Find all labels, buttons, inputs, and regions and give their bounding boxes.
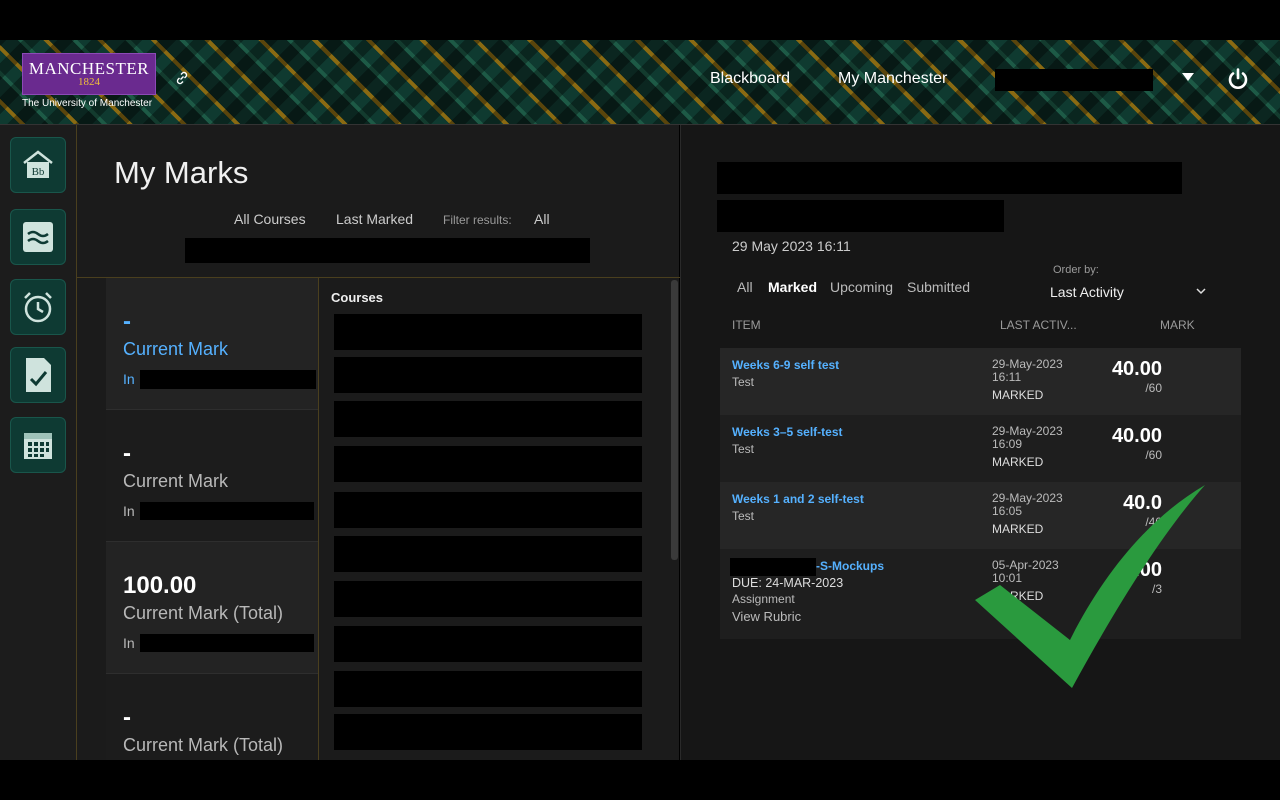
redacted-course-code xyxy=(717,200,1004,232)
item-date: 29-May-2023 16:11 xyxy=(992,357,1063,384)
mark-label: Current Mark xyxy=(123,471,229,491)
marks-panel: My Marks All Courses Last Marked Filter … xyxy=(76,125,680,760)
filter-results-select[interactable]: All xyxy=(534,211,550,227)
nav-my-manchester[interactable]: My Manchester xyxy=(838,70,947,88)
item-date: 29-May-2023 16:09 xyxy=(992,424,1063,451)
mark-label: Current Mark xyxy=(123,339,229,359)
filter-results-label: Filter results: xyxy=(443,213,512,227)
page-title: My Marks xyxy=(114,155,249,190)
course-item[interactable] xyxy=(334,581,642,617)
courses-heading: Courses xyxy=(331,290,384,305)
calendar-icon xyxy=(24,433,52,459)
course-item[interactable] xyxy=(334,671,642,707)
item-title-link[interactable]: Weeks 1 and 2 self-test xyxy=(732,492,864,506)
redacted-course xyxy=(140,634,314,652)
redacted-item-prefix xyxy=(730,558,816,576)
item-total: /60 xyxy=(1145,381,1162,395)
mark-card[interactable]: - Current Mark (Total) xyxy=(106,674,318,760)
item-score: 40.00 xyxy=(1111,425,1162,447)
courses-list: Courses xyxy=(318,278,663,760)
item-type: Test xyxy=(732,509,755,523)
redacted-search xyxy=(185,238,590,263)
course-item[interactable] xyxy=(334,357,642,393)
course-item[interactable] xyxy=(334,446,642,482)
letterbox-top xyxy=(0,0,1280,40)
redacted-course-title xyxy=(717,162,1182,194)
mark-card[interactable]: - Current Mark In xyxy=(106,410,318,542)
site-header: MANCHESTER 1824 The University of Manche… xyxy=(0,40,1280,125)
grade-row[interactable]: Weeks 3–5 self-test Test 29-May-2023 16:0… xyxy=(720,415,1241,482)
logo-subtitle: The University of Manchester xyxy=(22,98,153,109)
item-score: 40.00 xyxy=(1111,358,1162,380)
marks-icon xyxy=(26,358,51,392)
mark-card[interactable]: - Current Mark In xyxy=(106,278,318,410)
marks-list: - Current Mark In - Current Mark In 100.… xyxy=(106,278,318,760)
mark-label: Current Mark (Total) xyxy=(123,735,284,755)
svg-text:Bb: Bb xyxy=(32,166,45,178)
last-updated-date: 29 May 2023 16:11 xyxy=(732,238,851,254)
mark-course-prefix: In xyxy=(123,635,135,651)
logo-wordmark: MANCHESTER xyxy=(28,59,150,78)
redacted-course xyxy=(140,502,314,520)
grade-row[interactable]: Weeks 6-9 self test Test 29-May-2023 16:1… xyxy=(720,348,1241,415)
item-title-link[interactable]: Weeks 6-9 self test xyxy=(732,358,839,372)
university-logo[interactable]: MANCHESTER 1824 xyxy=(22,53,156,95)
item-type: Assignment xyxy=(732,592,795,606)
column-item[interactable]: ITEM xyxy=(732,318,761,332)
item-type: Test xyxy=(732,442,755,456)
column-last-activity[interactable]: LAST ACTIV... xyxy=(1000,318,1077,332)
mark-value: - xyxy=(123,308,131,335)
rail-activity-stream[interactable] xyxy=(10,209,66,265)
blackboard-home-icon: Bb xyxy=(23,150,53,178)
course-item[interactable] xyxy=(334,626,642,662)
item-status: MARKED xyxy=(992,388,1044,402)
item-type: Test xyxy=(732,375,755,389)
tab-upcoming[interactable]: Upcoming xyxy=(830,279,893,295)
order-by-label: Order by: xyxy=(1053,264,1099,276)
activity-stream-icon xyxy=(23,222,53,252)
tab-marked[interactable]: Marked xyxy=(768,279,817,295)
filter-last-marked[interactable]: Last Marked xyxy=(336,211,413,227)
item-title-link[interactable]: Weeks 3–5 self-test xyxy=(732,425,843,439)
item-title-link[interactable]: -S-Mockups xyxy=(816,559,884,573)
course-item[interactable] xyxy=(334,492,642,528)
mark-value: - xyxy=(123,704,131,731)
mark-label: Current Mark (Total) xyxy=(123,603,284,623)
mark-course-prefix: In xyxy=(123,503,135,519)
course-item[interactable] xyxy=(334,714,642,750)
mark-card[interactable]: 100.00 Current Mark (Total) In xyxy=(106,542,318,674)
mark-course-prefix: In xyxy=(123,371,135,387)
column-mark[interactable]: MARK xyxy=(1160,318,1195,332)
tab-all[interactable]: All xyxy=(737,279,753,295)
tab-submitted[interactable]: Submitted xyxy=(907,279,970,295)
redacted-username xyxy=(995,69,1153,91)
item-status: MARKED xyxy=(992,455,1044,469)
courses-scrollbar[interactable] xyxy=(671,280,678,560)
alarm-clock-icon xyxy=(24,292,52,323)
caret-down-icon[interactable] xyxy=(1182,73,1194,81)
mark-value: - xyxy=(123,440,131,467)
rail-calendar[interactable] xyxy=(10,417,66,473)
checkmark-overlay-icon xyxy=(975,485,1205,688)
rail-marks[interactable] xyxy=(10,347,66,403)
icon-rail: Bb xyxy=(0,125,76,760)
view-rubric-link[interactable]: View Rubric xyxy=(732,609,801,624)
course-item[interactable] xyxy=(334,536,642,572)
course-item[interactable] xyxy=(334,314,642,350)
item-total: /60 xyxy=(1145,448,1162,462)
order-by-select[interactable]: Last Activity xyxy=(1050,284,1124,300)
filter-all-courses[interactable]: All Courses xyxy=(234,211,306,227)
power-icon[interactable] xyxy=(1226,67,1250,91)
item-due-date: DUE: 24-MAR-2023 xyxy=(732,576,844,590)
letterbox-bottom xyxy=(0,760,1280,800)
mark-value: 100.00 xyxy=(123,572,197,599)
chevron-down-icon[interactable] xyxy=(1195,285,1207,297)
rail-blackboard-home[interactable]: Bb xyxy=(10,137,66,193)
redacted-course xyxy=(140,370,316,389)
nav-blackboard[interactable]: Blackboard xyxy=(710,70,790,88)
rail-due-dates[interactable] xyxy=(10,279,66,335)
logo-year: 1824 xyxy=(78,76,100,88)
link-icon[interactable] xyxy=(174,70,190,86)
course-item[interactable] xyxy=(334,401,642,437)
